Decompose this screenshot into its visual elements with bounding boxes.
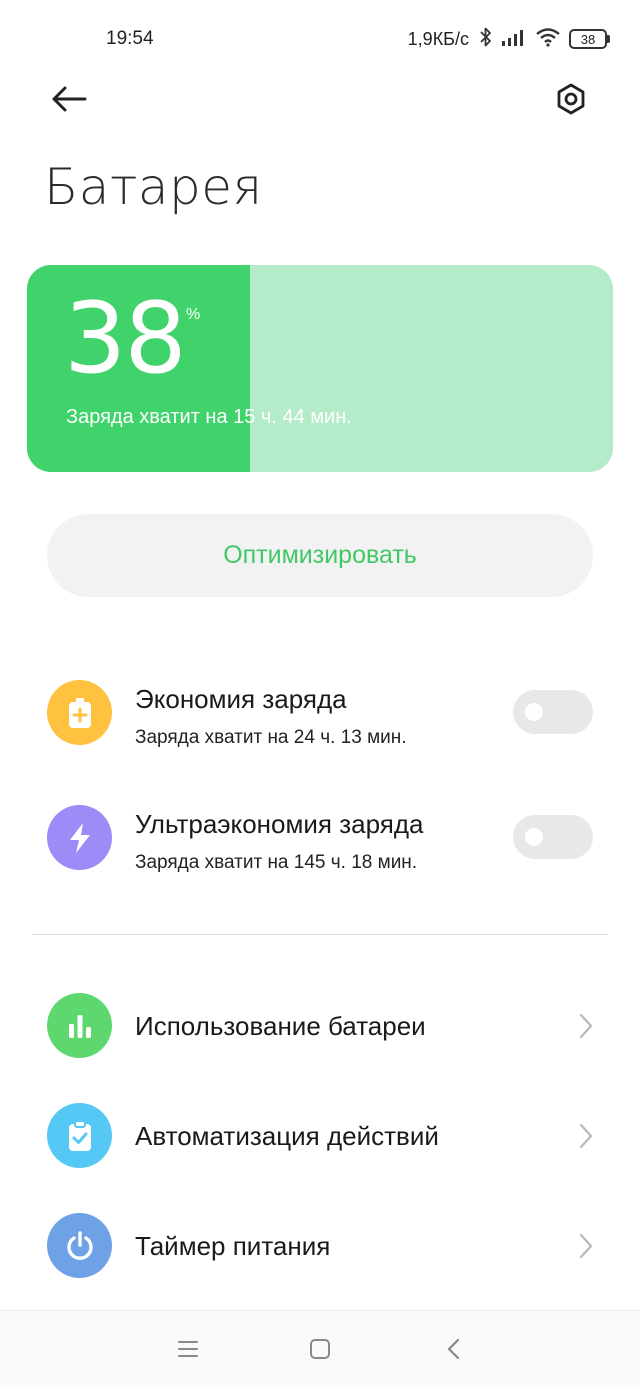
ultra-saver-toggle[interactable] [513, 815, 593, 859]
battery-usage-label: Использование батареи [135, 1011, 426, 1041]
automation-label: Автоматизация действий [135, 1121, 439, 1151]
power-icon [47, 1213, 112, 1278]
ultra-saver-row[interactable]: Ультраэкономия заряда Заряда хватит на 1… [0, 795, 640, 895]
menu-button[interactable] [168, 1333, 208, 1369]
battery-saver-subtitle: Заряда хватит на 24 ч. 13 мин. [135, 727, 407, 748]
automation-item[interactable]: Автоматизация действий [0, 1086, 640, 1186]
chevron-right-icon [574, 1013, 596, 1039]
ultra-saver-title: Ультраэкономия заряда [135, 809, 424, 839]
battery-remaining-time: Заряда хватит на 15 ч. 44 мин. [66, 406, 352, 428]
bar-chart-icon [47, 993, 112, 1058]
power-timer-item[interactable]: Таймер питания [0, 1196, 640, 1296]
home-icon [309, 1338, 331, 1365]
battery-saver-icon [47, 680, 112, 745]
home-button[interactable] [300, 1333, 340, 1369]
optimize-button[interactable]: Оптимизировать [47, 514, 593, 597]
status-bar: 19:54 1,9КБ/с 38 [0, 0, 640, 80]
chevron-right-icon [574, 1123, 596, 1149]
menu-icon [177, 1340, 199, 1363]
status-icons: 1,9КБ/с 38 [408, 26, 610, 52]
battery-saver-title: Экономия заряда [135, 684, 347, 714]
battery-saver-row[interactable]: Экономия заряда Заряда хватит на 24 ч. 1… [0, 670, 640, 770]
lightning-icon [47, 805, 112, 870]
back-nav-button[interactable] [434, 1333, 474, 1369]
status-battery-level: 38 [569, 29, 607, 49]
back-arrow-icon [51, 86, 87, 117]
status-time: 19:54 [106, 28, 154, 49]
divider [32, 934, 608, 935]
settings-hexagon-icon [554, 82, 588, 121]
signal-icon [501, 27, 527, 52]
back-button[interactable] [44, 78, 94, 124]
percent-sign: % [186, 306, 201, 323]
clipboard-check-icon [47, 1103, 112, 1168]
system-navigation-bar [0, 1310, 640, 1387]
settings-button[interactable] [548, 78, 594, 124]
ultra-saver-subtitle: Заряда хватит на 145 ч. 18 мин. [135, 852, 418, 873]
power-timer-label: Таймер питания [135, 1231, 331, 1261]
battery-saver-toggle[interactable] [513, 690, 593, 734]
battery-icon: 38 [569, 29, 610, 49]
wifi-icon [535, 27, 561, 52]
battery-percent: 38 [64, 282, 187, 396]
back-icon [446, 1338, 462, 1365]
bluetooth-icon [479, 26, 493, 53]
chevron-right-icon [574, 1233, 596, 1259]
battery-usage-item[interactable]: Использование батареи [0, 976, 640, 1076]
network-speed: 1,9КБ/с [407, 28, 469, 49]
page-title: Батарея [44, 158, 263, 216]
